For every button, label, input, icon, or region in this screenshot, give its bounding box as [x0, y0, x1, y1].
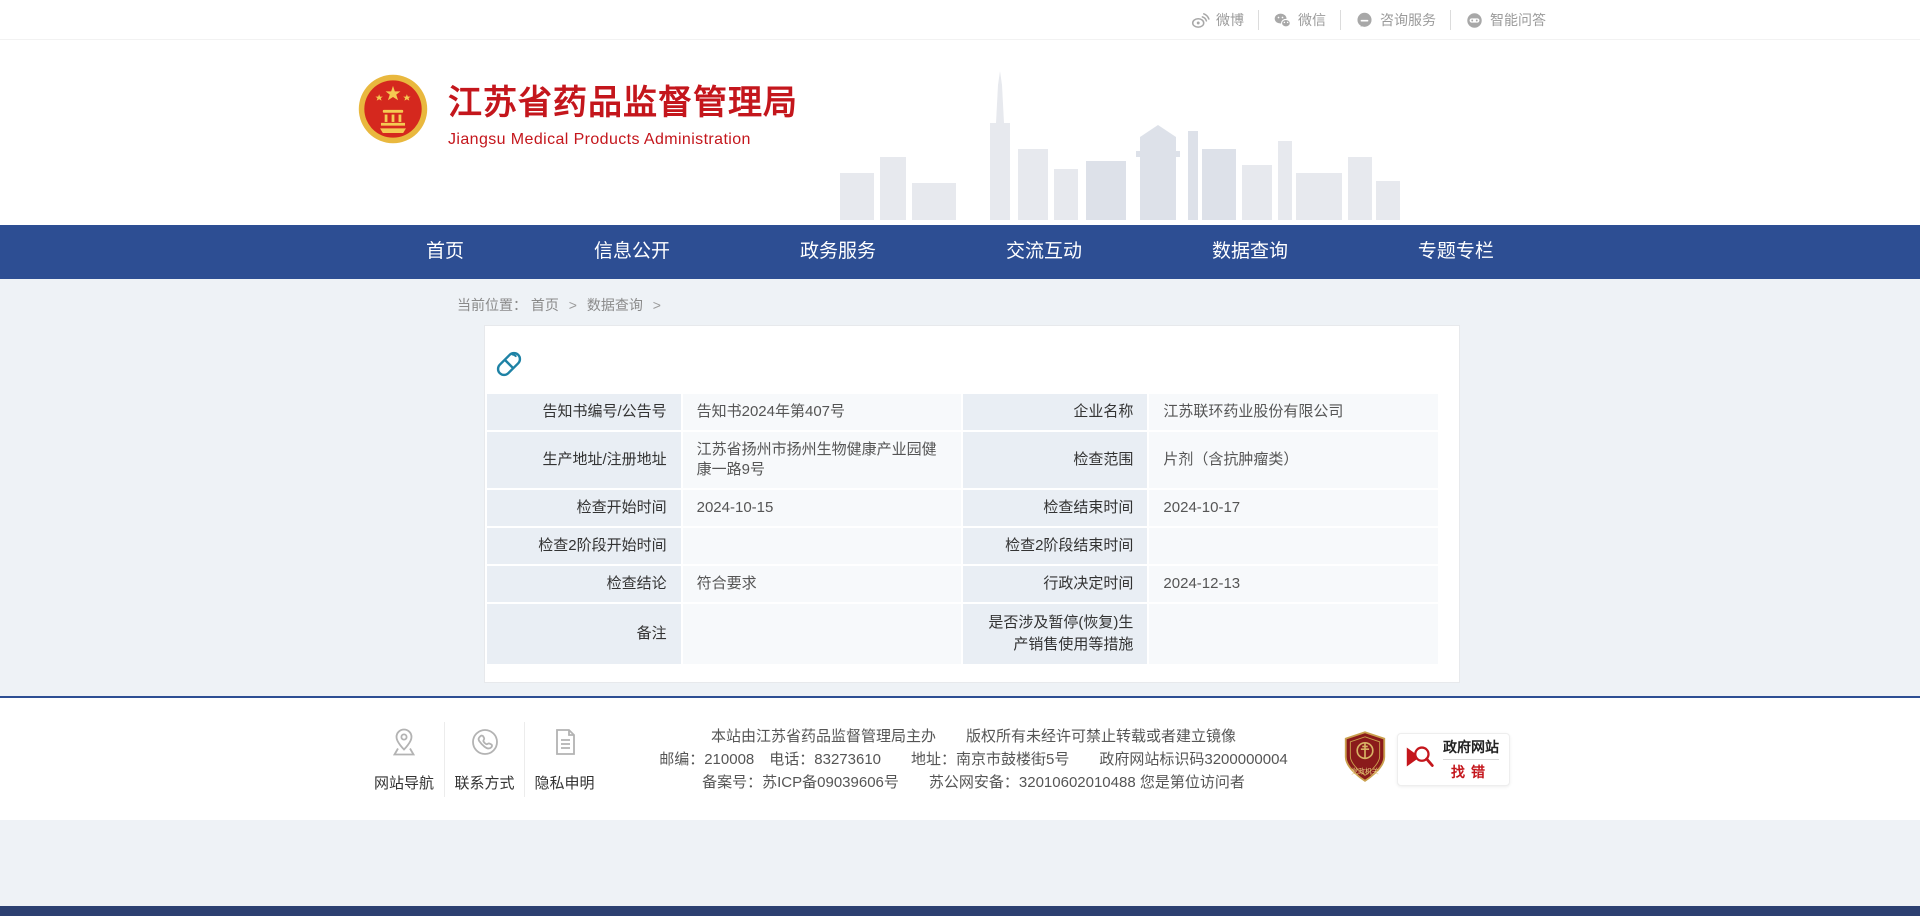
- nav-item-interaction[interactable]: 交流互动: [988, 225, 1100, 279]
- field-value: 江苏联环药业股份有限公司: [1149, 394, 1437, 430]
- magnifier-icon: [1403, 740, 1437, 779]
- page: 微博 微信 咨询服务 智能问答: [0, 0, 1920, 916]
- footer-link-site-map[interactable]: 网站导航: [364, 722, 444, 797]
- weibo-icon: [1191, 11, 1210, 30]
- topbar-smart-qa[interactable]: 智能问答: [1450, 10, 1560, 30]
- field-label: 行政决定时间: [963, 566, 1147, 602]
- site-header: 江苏省药品监督管理局 Jiangsu Medical Products Admi…: [0, 40, 1920, 225]
- breadcrumb-label: 当前位置：: [457, 297, 527, 313]
- footer-link-label: 隐私申明: [533, 772, 596, 793]
- footer-text: 本站由江苏省药品监督管理局主办 版权所有未经许可禁止转载或者建立镜像 邮编：21…: [604, 725, 1343, 794]
- footer-links: 网站导航 联系方式: [364, 722, 604, 797]
- site-error-label-bottom: 找错: [1443, 760, 1499, 782]
- breadcrumb-separator: >: [653, 297, 661, 313]
- footer-badges: 党政机关 政府网站 找错: [1343, 731, 1510, 788]
- field-label: 告知书编号/公告号: [487, 394, 681, 430]
- site-title: 江苏省药品监督管理局: [448, 75, 798, 124]
- nav-item-special-topics[interactable]: 专题专栏: [1400, 225, 1512, 279]
- breadcrumb-separator: >: [569, 297, 577, 313]
- field-value: 片剂（含抗肿瘤类）: [1149, 432, 1437, 488]
- logo-text: 江苏省药品监督管理局 Jiangsu Medical Products Admi…: [448, 75, 798, 149]
- breadcrumb-home-link[interactable]: 首页: [531, 297, 559, 313]
- wechat-icon: [1273, 11, 1292, 30]
- field-label: 检查结束时间: [963, 490, 1147, 526]
- topbar-smart-qa-label: 智能问答: [1490, 10, 1546, 30]
- field-label: 备注: [487, 604, 681, 664]
- nav-item-info-disclosure[interactable]: 信息公开: [576, 225, 688, 279]
- footer-line-2: 邮编：210008 电话：83273610 地址：南京市鼓楼街5号 政府网站标识…: [614, 748, 1333, 771]
- field-value: 告知书2024年第407号: [683, 394, 962, 430]
- table-row: 告知书编号/公告号 告知书2024年第407号 企业名称 江苏联环药业股份有限公…: [487, 394, 1438, 430]
- field-label: 检查2阶段开始时间: [487, 528, 681, 564]
- inspection-detail-card: 告知书编号/公告号 告知书2024年第407号 企业名称 江苏联环药业股份有限公…: [484, 325, 1460, 683]
- field-value: [1149, 528, 1437, 564]
- field-value: 江苏省扬州市扬州生物健康产业园健康一路9号: [683, 432, 962, 488]
- topbar-wechat-label: 微信: [1298, 10, 1326, 30]
- topbar-consult-service[interactable]: 咨询服务: [1340, 10, 1450, 30]
- capsule-icon: [493, 348, 1459, 380]
- site-error-label-top: 政府网站: [1443, 737, 1499, 760]
- national-emblem-icon: [356, 72, 430, 151]
- field-label: 检查开始时间: [487, 490, 681, 526]
- field-label: 检查范围: [963, 432, 1147, 488]
- smart-qa-icon: [1465, 11, 1484, 30]
- field-value: 符合要求: [683, 566, 962, 602]
- site-logo[interactable]: 江苏省药品监督管理局 Jiangsu Medical Products Admi…: [356, 72, 798, 151]
- bottom-bar: [0, 906, 1920, 916]
- field-value: [1149, 604, 1437, 664]
- table-row: 备注 是否涉及暂停(恢复)生产销售使用等措施: [487, 604, 1438, 664]
- table-row: 检查2阶段开始时间 检查2阶段结束时间: [487, 528, 1438, 564]
- footer: 网站导航 联系方式: [0, 696, 1920, 820]
- field-value: 2024-10-15: [683, 490, 962, 526]
- field-value: [683, 528, 962, 564]
- footer-link-label: 网站导航: [372, 772, 436, 793]
- nav-item-data-query[interactable]: 数据查询: [1194, 225, 1306, 279]
- field-label: 检查2阶段结束时间: [963, 528, 1147, 564]
- city-skyline-graphic: [840, 65, 1400, 225]
- site-error-badge[interactable]: 政府网站 找错: [1397, 733, 1510, 786]
- table-row: 生产地址/注册地址 江苏省扬州市扬州生物健康产业园健康一路9号 检查范围 片剂（…: [487, 432, 1438, 488]
- footer-link-privacy[interactable]: 隐私申明: [524, 722, 604, 797]
- breadcrumb-section-link[interactable]: 数据查询: [587, 297, 643, 313]
- field-label: 检查结论: [487, 566, 681, 602]
- party-badge-label: 党政机关: [1351, 766, 1379, 775]
- footer-line-1: 本站由江苏省药品监督管理局主办 版权所有未经许可禁止转载或者建立镜像: [614, 725, 1333, 748]
- privacy-doc-icon: [549, 745, 581, 762]
- table-row: 检查结论 符合要求 行政决定时间 2024-12-13: [487, 566, 1438, 602]
- topbar-weibo[interactable]: 微博: [1177, 10, 1258, 30]
- main-nav: 首页 信息公开 政务服务 交流互动 数据查询 专题专栏: [0, 225, 1920, 279]
- field-label: 是否涉及暂停(恢复)生产销售使用等措施: [963, 604, 1147, 664]
- topbar: 微博 微信 咨询服务 智能问答: [0, 0, 1920, 40]
- party-government-badge[interactable]: 党政机关: [1343, 731, 1387, 788]
- field-value: [683, 604, 962, 664]
- field-value: 2024-10-17: [1149, 490, 1437, 526]
- map-pin-icon: [388, 745, 420, 762]
- footer-line-3: 备案号：苏ICP备09039606号 苏公网安备：32010602010488 …: [614, 771, 1333, 794]
- site-subtitle: Jiangsu Medical Products Administration: [448, 131, 798, 149]
- bottom-spacer: [0, 820, 1920, 906]
- topbar-wechat[interactable]: 微信: [1258, 10, 1340, 30]
- topbar-consult-label: 咨询服务: [1380, 10, 1436, 30]
- field-value: 2024-12-13: [1149, 566, 1437, 602]
- nav-item-home[interactable]: 首页: [408, 225, 482, 279]
- chat-service-icon: [1355, 11, 1374, 30]
- phone-icon: [469, 745, 501, 762]
- topbar-weibo-label: 微博: [1216, 10, 1244, 30]
- inspection-detail-table: 告知书编号/公告号 告知书2024年第407号 企业名称 江苏联环药业股份有限公…: [485, 392, 1440, 666]
- field-label: 生产地址/注册地址: [487, 432, 681, 488]
- footer-link-contact[interactable]: 联系方式: [444, 722, 524, 797]
- breadcrumb: 当前位置： 首页 > 数据查询 >: [360, 279, 1560, 325]
- table-row: 检查开始时间 2024-10-15 检查结束时间 2024-10-17: [487, 490, 1438, 526]
- nav-item-gov-services[interactable]: 政务服务: [782, 225, 894, 279]
- footer-link-label: 联系方式: [453, 772, 516, 793]
- field-label: 企业名称: [963, 394, 1147, 430]
- main-content: 当前位置： 首页 > 数据查询 >: [0, 279, 1920, 696]
